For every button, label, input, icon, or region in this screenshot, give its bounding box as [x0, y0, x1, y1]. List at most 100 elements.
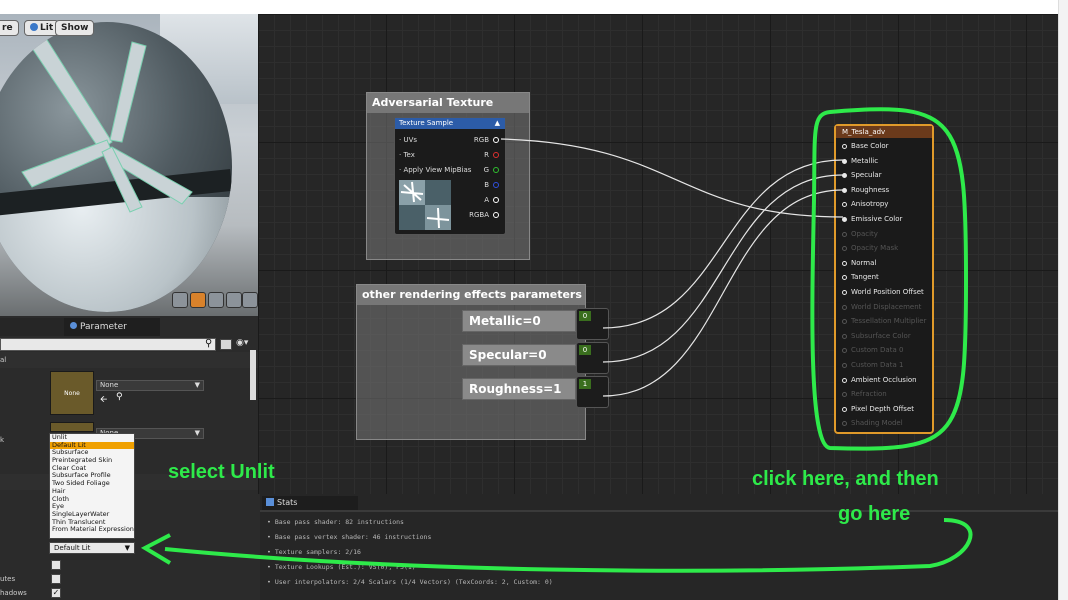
tab-details[interactable] — [0, 318, 64, 336]
material-input-emissive-color[interactable]: Emissive Color — [842, 215, 902, 223]
chevron-down-icon: ▼ — [124, 544, 130, 552]
roughness-value: 1 — [579, 379, 591, 389]
material-result-node[interactable]: M_Tesla_adv Base Color Metallic Specular Ro… — [834, 124, 934, 434]
chevron-down-icon: ▼ — [194, 381, 200, 389]
viewport-button-view[interactable]: re — [0, 20, 19, 36]
texture-swatch-1[interactable]: None — [50, 371, 94, 415]
material-input-specular[interactable]: Specular — [842, 171, 882, 179]
texture-sample-node[interactable]: Texture Sample ▲ · UVs · Tex · Apply View… — [394, 117, 506, 235]
wire-roughness — [602, 189, 844, 397]
input-pin-icon — [842, 333, 847, 339]
thumbnail-pattern — [399, 180, 451, 230]
viewport-preview[interactable]: re Lit Show — [0, 14, 258, 316]
roughness-param-node[interactable]: Roughness=1 — [462, 378, 576, 400]
texture-swatch-2[interactable] — [50, 422, 94, 432]
material-input-world-displacement[interactable]: World Displacement — [842, 303, 921, 311]
roughness-output[interactable]: 1 — [576, 376, 609, 408]
eye-icon[interactable]: ◉▾ — [236, 338, 248, 348]
preview-mesh-icon[interactable] — [242, 292, 258, 308]
texture-node-title: Texture Sample ▲ — [395, 118, 505, 129]
shading-model-select[interactable]: Default Lit ▼ — [49, 542, 135, 554]
shading-model-option[interactable]: SingleLayerWater — [50, 511, 134, 519]
tab-parameter-defaults[interactable]: Parameter Defaults — [64, 318, 160, 350]
material-input-tessellation-multiplier[interactable]: Tessellation Multiplier — [842, 317, 926, 325]
specular-output[interactable]: 0 — [576, 342, 609, 374]
material-input-custom-data-0[interactable]: Custom Data 0 — [842, 346, 903, 354]
metallic-output[interactable]: 0 — [576, 308, 609, 340]
shading-model-option[interactable]: Preintegrated Skin — [50, 457, 134, 465]
material-input-label: World Position Offset — [851, 288, 924, 296]
preview-sphere-icon[interactable] — [190, 292, 206, 308]
material-input-label: Custom Data 0 — [851, 346, 904, 355]
search-icon[interactable]: ⚲ — [205, 338, 212, 349]
material-input-opacity-mask[interactable]: Opacity Mask — [842, 244, 898, 252]
shading-model-dropdown-list[interactable]: Unlit Default Lit Subsurface Preintegrated … — [49, 433, 135, 539]
shading-model-option[interactable]: Eye — [50, 503, 134, 511]
material-input-anisotropy[interactable]: Anisotropy — [842, 200, 888, 208]
input-uvs[interactable]: · UVs — [399, 136, 417, 144]
material-input-label: Roughness — [851, 185, 890, 194]
texture-output-rgb[interactable]: RGB — [474, 136, 499, 144]
sphere-texture-stripes — [21, 31, 193, 213]
viewport-button-show[interactable]: Show — [55, 20, 95, 36]
preview-plane-icon[interactable] — [208, 292, 224, 308]
shading-model-option[interactable]: Subsurface Profile — [50, 472, 134, 480]
use-selected-arrow-icon[interactable]: 🡨 — [100, 392, 107, 408]
specular-param-node[interactable]: Specular=0 — [462, 344, 576, 366]
material-input-custom-data-1[interactable]: Custom Data 1 — [842, 361, 903, 369]
material-input-label: Pixel Depth Offset — [851, 404, 914, 413]
texture-combo-1[interactable]: None ▼ — [96, 380, 204, 391]
material-input-subsurface-color[interactable]: Subsurface Color — [842, 332, 911, 340]
stats-tab-label: Stats — [277, 498, 298, 507]
material-input-metallic[interactable]: Metallic — [842, 157, 878, 165]
shading-model-option[interactable]: Cloth — [50, 496, 134, 504]
material-input-roughness[interactable]: Roughness — [842, 186, 889, 194]
metallic-param-node[interactable]: Metallic=0 — [462, 310, 576, 332]
material-input-ambient-occlusion[interactable]: Ambient Occlusion — [842, 376, 917, 384]
shading-model-option[interactable]: Thin Translucent — [50, 519, 134, 527]
texture-output-g[interactable]: G — [484, 166, 499, 174]
material-input-tangent[interactable]: Tangent — [842, 273, 879, 281]
texture-output-a[interactable]: A — [484, 196, 499, 204]
material-input-base-color[interactable]: Base Color — [842, 142, 889, 150]
stats-line: • User interpolators: 2/4 Scalars (1/4 V… — [267, 578, 553, 586]
input-pin-icon — [842, 304, 847, 310]
input-apply-view-mipbias[interactable]: · Apply View MipBias — [399, 166, 471, 174]
stats-line: • Texture Lookups (Est.): VS(0), PS(1) — [267, 563, 416, 571]
material-input-pixel-depth-offset[interactable]: Pixel Depth Offset — [842, 405, 914, 413]
shading-model-option[interactable]: Clear Coat — [50, 465, 134, 473]
stripe-1 — [27, 31, 113, 151]
material-graph-canvas[interactable]: Adversarial Texture Texture Sample ▲ · UV… — [258, 14, 1058, 494]
details-scrollbar[interactable] — [250, 350, 256, 400]
viewport-button-lit[interactable]: Lit — [24, 20, 60, 36]
input-tex[interactable]: · Tex — [399, 151, 415, 159]
preview-cylinder-icon[interactable] — [172, 292, 188, 308]
checkbox-3-checked[interactable]: ✓ — [51, 588, 61, 598]
shading-model-option[interactable]: Hair — [50, 488, 134, 496]
preview-cube-icon[interactable] — [226, 292, 242, 308]
stats-line: • Base pass vertex shader: 46 instructio… — [267, 533, 432, 541]
input-tex-label: Tex — [403, 151, 415, 159]
material-input-opacity[interactable]: Opacity — [842, 230, 878, 238]
shading-model-option[interactable]: Subsurface — [50, 449, 134, 457]
checkbox-2[interactable] — [51, 574, 61, 584]
checkbox-1[interactable] — [51, 560, 61, 570]
texture-output-rgba[interactable]: RGBA — [469, 211, 499, 219]
stats-tab[interactable]: Stats — [262, 496, 358, 510]
details-search-input[interactable] — [0, 338, 216, 351]
texture-output-r[interactable]: R — [484, 151, 499, 159]
texture-output-b[interactable]: B — [484, 181, 499, 189]
shading-model-option[interactable]: Unlit — [50, 434, 134, 442]
material-input-label: Metallic — [851, 156, 879, 165]
grid-view-icon[interactable] — [220, 339, 232, 350]
shading-model-option[interactable]: From Material Expression — [50, 526, 134, 534]
material-input-world-position-offset[interactable]: World Position Offset — [842, 288, 924, 296]
shading-model-option[interactable]: Default Lit — [50, 441, 134, 450]
browse-search-icon[interactable]: ⚲ — [116, 392, 123, 402]
material-input-normal[interactable]: Normal — [842, 259, 876, 267]
shading-model-option[interactable]: Two Sided Foliage — [50, 480, 134, 488]
input-pin-icon — [842, 392, 847, 398]
material-input-shading-model[interactable]: Shading Model — [842, 419, 903, 427]
texture-output-label: R — [484, 151, 489, 159]
material-input-refraction[interactable]: Refraction — [842, 390, 887, 398]
